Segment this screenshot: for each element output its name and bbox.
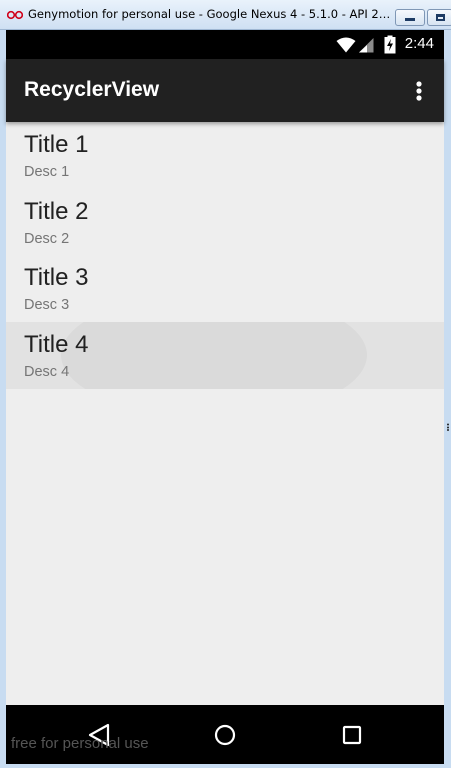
genymotion-logo-icon [7, 10, 23, 20]
overflow-menu-button[interactable] [404, 76, 434, 106]
resize-grip-icon[interactable] [446, 423, 450, 431]
touch-ripple [61, 322, 367, 389]
item-title: Title 2 [24, 197, 89, 225]
minimize-button[interactable] [395, 9, 425, 26]
toolbar-title: RecyclerView [24, 78, 160, 101]
battery-charging-icon [384, 35, 396, 54]
maximize-button[interactable] [427, 9, 451, 26]
list-item[interactable]: Title 1 Desc 1 [6, 122, 444, 189]
home-button[interactable] [209, 719, 241, 751]
window-titlebar: Genymotion for personal use - Google Nex… [0, 0, 451, 30]
recycler-view[interactable]: Title 1 Desc 1 Title 2 Desc 2 Title 3 De… [6, 122, 444, 705]
list-item[interactable]: Title 2 Desc 2 [6, 189, 444, 256]
minimize-icon [405, 18, 415, 21]
item-title: Title 1 [24, 131, 89, 158]
item-desc: Desc 4 [24, 364, 70, 381]
item-title: Title 4 [24, 331, 89, 359]
window-frame-bottom [0, 764, 451, 768]
maximize-icon [436, 14, 445, 21]
status-bar: 2:44 [6, 30, 444, 59]
navigation-bar: free for personal use [6, 705, 444, 764]
window-title: Genymotion for personal use - Google Nex… [28, 7, 392, 21]
home-icon [214, 724, 236, 746]
item-desc: Desc 1 [24, 164, 70, 180]
list-item-pressed[interactable]: Title 4 Desc 4 [6, 322, 444, 389]
item-title: Title 3 [24, 264, 89, 292]
item-desc: Desc 3 [24, 297, 70, 314]
wifi-icon [336, 37, 356, 53]
app-toolbar: RecyclerView [6, 59, 444, 122]
more-vert-icon [416, 81, 422, 101]
recents-icon [342, 725, 362, 745]
window-frame-right [444, 30, 451, 768]
recents-button[interactable] [336, 719, 368, 751]
status-time: 2:44 [404, 35, 434, 52]
watermark-text: free for personal use [11, 735, 149, 752]
list-item[interactable]: Title 3 Desc 3 [6, 255, 444, 322]
cell-signal-icon [359, 38, 374, 53]
item-desc: Desc 2 [24, 230, 70, 247]
